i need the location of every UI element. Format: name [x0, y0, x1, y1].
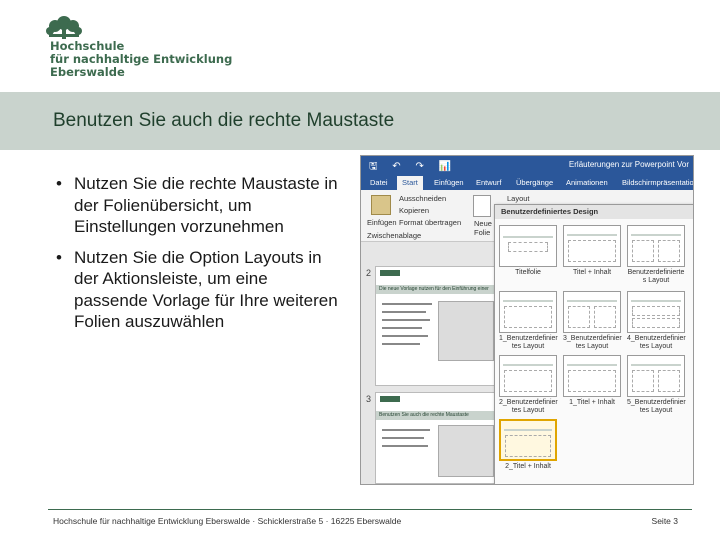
thumb-line	[382, 311, 426, 313]
layout-preview	[563, 355, 621, 397]
university-logo: Hochschule für nachhaltige Entwicklung E…	[46, 14, 246, 84]
quick-access-toolbar: 🖫 ↶ ↷ 📊 Erläuterungen zur Powerpoint Vor	[361, 156, 693, 174]
tab-start[interactable]: Start	[397, 176, 423, 190]
title-band: Benutzen Sie auch die rechte Maustaste	[0, 92, 720, 150]
layout-label: 4_Benutzerdefinier tes Layout	[627, 335, 686, 350]
thumb-title: Die neue Vorlage nutzen für den Einführu…	[376, 285, 498, 294]
tab-datei[interactable]: Datei	[365, 176, 393, 190]
thumb-line	[382, 335, 428, 337]
powerpoint-screenshot: 🖫 ↶ ↷ 📊 Erläuterungen zur Powerpoint Vor…	[360, 155, 694, 485]
logo-text: Hochschule für nachhaltige Entwicklung E…	[50, 40, 232, 79]
page-number: Seite 3	[651, 516, 678, 526]
thumb-line	[382, 445, 428, 447]
layout-preview	[499, 291, 557, 333]
layout-preview	[627, 355, 685, 397]
layout-gallery: Benutzerdefiniertes Design Titelfolie Ti…	[494, 204, 693, 484]
layout-label: 2_Titel + Inhalt	[505, 463, 551, 470]
layout-label: 3_Benutzerdefinier tes Layout	[563, 335, 622, 350]
footer-address: Hochschule für nachhaltige Entwicklung E…	[53, 516, 402, 526]
bullet-item: • Nutzen Sie die Option Layouts in der A…	[56, 247, 346, 333]
thumb-line	[382, 303, 432, 305]
layout-label: Benutzerdefinierte s Layout	[627, 269, 685, 284]
thumb-title: Benutzen Sie auch die rechte Maustaste	[376, 411, 498, 420]
tab-entwurf[interactable]: Entwurf	[471, 176, 506, 190]
thumb-number: 2	[366, 268, 372, 278]
slide-thumbnail-pane: 2 Die neue Vorlage nutzen für den Einfüh…	[361, 242, 501, 484]
thumb-line	[382, 343, 420, 345]
thumb-picture	[438, 425, 494, 477]
bullet-marker: •	[56, 247, 62, 267]
new-slide-label-1[interactable]: Neue	[474, 219, 492, 228]
bullet-item: • Nutzen Sie die rechte Maustaste in der…	[56, 173, 346, 238]
thumb-line	[382, 437, 424, 439]
layout-preview	[627, 291, 685, 333]
layout-preview	[563, 225, 621, 267]
tab-einfuegen[interactable]: Einfügen	[429, 176, 469, 190]
layout-label: 5_Benutzerdefinier tes Layout	[627, 399, 686, 414]
gallery-header: Benutzerdefiniertes Design	[495, 205, 693, 219]
format-painter-button[interactable]: Format übertragen	[399, 218, 461, 227]
slide-thumbnail[interactable]: Die neue Vorlage nutzen für den Einführu…	[375, 266, 499, 386]
tree-icon	[46, 16, 82, 39]
new-slide-label-2[interactable]: Folie	[474, 228, 490, 237]
layout-preview	[499, 225, 557, 267]
slide-thumbnail[interactable]: Benutzen Sie auch die rechte Maustaste	[375, 392, 499, 484]
cut-button[interactable]: Ausschneiden	[399, 194, 446, 203]
layout-label: Titel + Inhalt	[572, 269, 612, 276]
paste-button[interactable]: Einfügen	[367, 218, 397, 227]
bullet-list: • Nutzen Sie die rechte Maustaste in der…	[56, 173, 346, 342]
thumb-line	[382, 327, 422, 329]
thumb-logo	[380, 396, 400, 402]
thumb-line	[382, 319, 430, 321]
new-slide-icon[interactable]	[473, 195, 491, 217]
layout-label: Titelfolie	[515, 269, 541, 276]
paste-icon[interactable]	[371, 195, 391, 215]
layout-preview	[627, 225, 685, 267]
footer-divider	[48, 509, 692, 510]
layout-preview	[499, 355, 557, 397]
layout-preview	[499, 419, 557, 461]
tab-uebergaenge[interactable]: Übergänge	[511, 176, 558, 190]
layout-label: 1_Titel + Inhalt	[569, 399, 615, 406]
layout-label: 2_Benutzerdefinier tes Layout	[499, 399, 558, 414]
bullet-text: Nutzen Sie die Option Layouts in der Akt…	[74, 247, 338, 332]
tab-animationen[interactable]: Animationen	[561, 176, 613, 190]
thumb-picture	[438, 301, 494, 361]
layout-button[interactable]: Layout	[507, 194, 530, 203]
thumb-number: 3	[366, 394, 372, 404]
thumb-line	[382, 429, 430, 431]
thumb-logo	[380, 270, 400, 276]
tab-bildschirmpraesentation[interactable]: Bildschirmpräsentation	[617, 176, 693, 190]
logo-line-3: Eberswalde	[50, 65, 125, 79]
bullet-text: Nutzen Sie die rechte Maustaste in der F…	[74, 174, 338, 236]
copy-button[interactable]: Kopieren	[399, 206, 429, 215]
layout-label: 1_Benutzerdefinier tes Layout	[499, 335, 558, 350]
window-title: Erläuterungen zur Powerpoint Vor	[568, 160, 689, 169]
ribbon-tabs: Datei Start Einfügen Entwurf Übergänge A…	[361, 174, 693, 190]
bullet-marker: •	[56, 174, 62, 193]
clipboard-group-label: Zwischenablage	[367, 231, 422, 240]
layout-preview	[563, 291, 621, 333]
slide-title: Benutzen Sie auch die rechte Maustaste	[53, 110, 395, 131]
